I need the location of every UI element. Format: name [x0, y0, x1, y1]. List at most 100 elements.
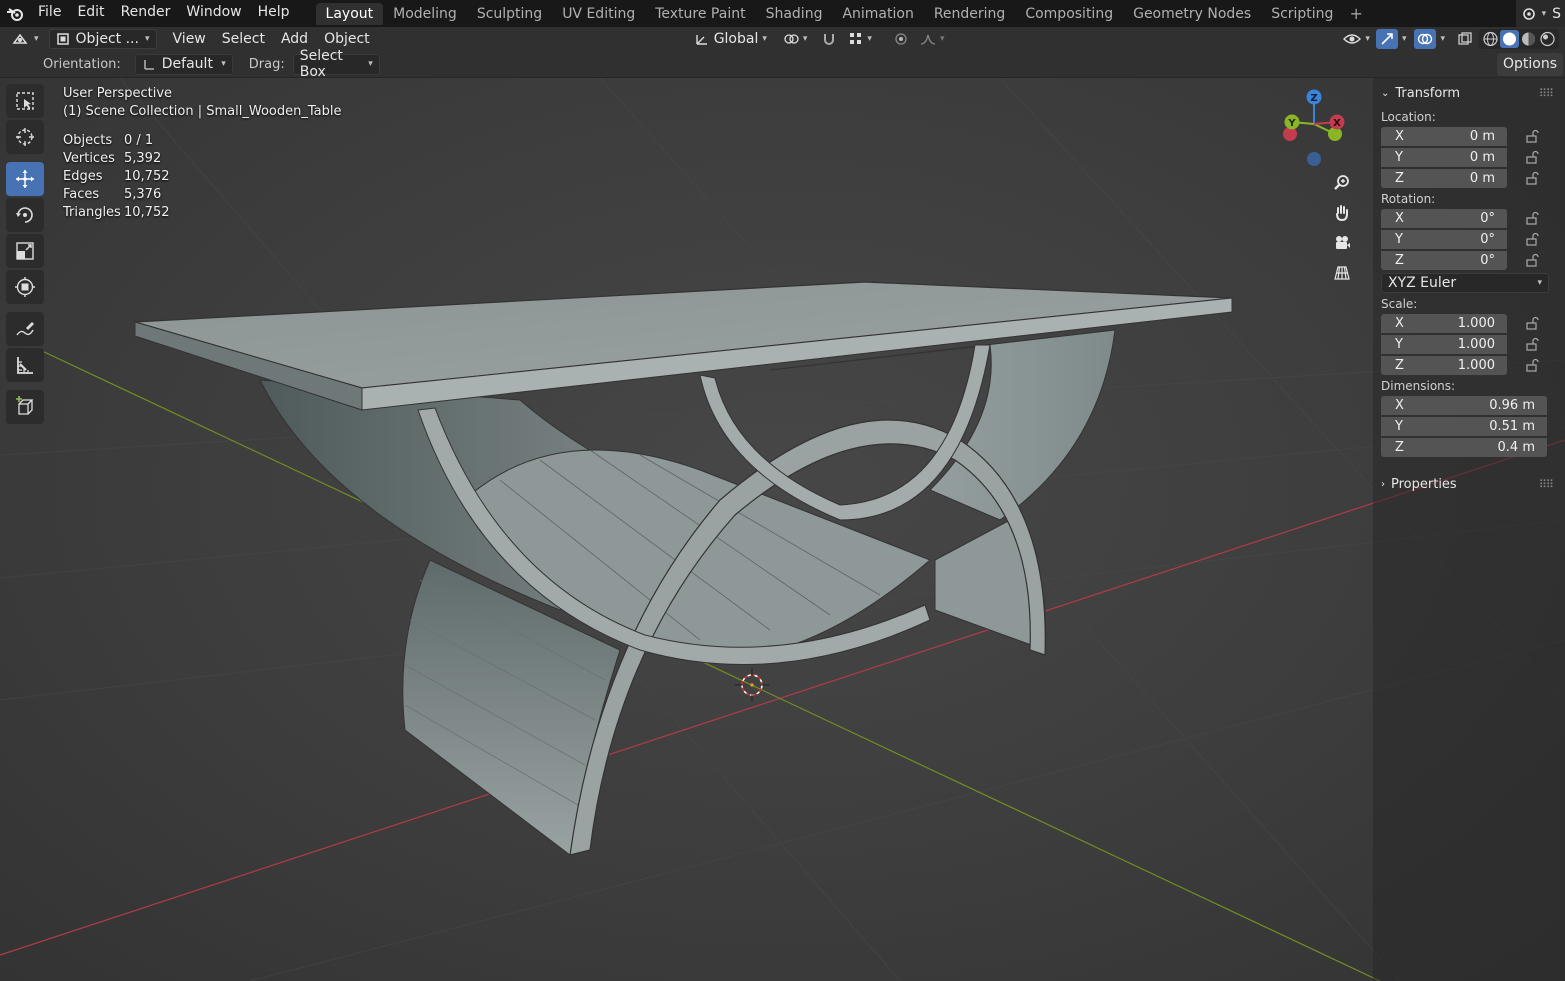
location-z-field[interactable]: Z 0 m — [1381, 168, 1507, 188]
transform-orientation-selector[interactable]: Global ▾ — [688, 29, 773, 49]
location-y-field[interactable]: Y 0 m — [1381, 147, 1507, 167]
select-box-icon — [16, 92, 34, 110]
menu-object[interactable]: Object — [318, 29, 376, 49]
menu-render[interactable]: Render — [113, 0, 179, 27]
drag-handle-icon[interactable]: ⠿⠿ — [1539, 87, 1554, 100]
menu-file[interactable]: File — [30, 0, 69, 27]
chevron-down-icon[interactable]: ▾ — [1402, 34, 1407, 44]
tab-shading[interactable]: Shading — [756, 3, 833, 25]
properties-panel-header[interactable]: › Properties ⠿⠿ — [1373, 471, 1565, 497]
rotation-z-field[interactable]: Z 0° — [1381, 250, 1507, 270]
scale-tool[interactable] — [6, 234, 44, 268]
solid-shading-icon[interactable] — [1500, 30, 1519, 48]
options-button[interactable]: Options — [1496, 52, 1563, 76]
unlock-icon[interactable] — [1525, 358, 1539, 372]
perspective-toggle-button[interactable] — [1329, 260, 1355, 286]
rendered-shading-icon[interactable] — [1538, 30, 1557, 48]
menu-add[interactable]: Add — [275, 29, 314, 49]
menu-window[interactable]: Window — [178, 0, 249, 27]
orientation-value: Default — [161, 56, 213, 72]
chevron-down-icon: ▾ — [221, 59, 226, 69]
gizmo-neg-z[interactable] — [1307, 152, 1321, 166]
pivot-point-selector[interactable]: ▾ — [777, 29, 814, 49]
tab-rendering[interactable]: Rendering — [924, 3, 1016, 25]
tab-geometry-nodes[interactable]: Geometry Nodes — [1123, 3, 1261, 25]
snap-grid-icon — [850, 33, 862, 44]
drag-dropdown[interactable]: Select Box ▾ — [292, 48, 380, 80]
object-mode-icon — [56, 33, 69, 45]
unlock-icon[interactable] — [1525, 150, 1539, 164]
select-box-tool[interactable] — [6, 84, 44, 118]
mode-selector[interactable]: Object ... ▾ — [48, 29, 157, 49]
scale-z-field[interactable]: Z 1.000 — [1381, 355, 1507, 375]
tab-animation[interactable]: Animation — [832, 3, 923, 25]
menu-edit[interactable]: Edit — [69, 0, 112, 27]
menu-help[interactable]: Help — [250, 0, 298, 27]
unlock-icon[interactable] — [1525, 232, 1539, 246]
tab-scripting[interactable]: Scripting — [1261, 3, 1343, 25]
falloff-curve-icon — [920, 34, 936, 45]
stat-faces: Faces 5,376 — [63, 186, 341, 204]
snap-target-selector[interactable]: ▾ — [843, 29, 878, 49]
3d-viewport[interactable]: User Perspective (1) Scene Collection | … — [0, 78, 1565, 981]
scene-selector[interactable]: ▾ S — [1515, 0, 1565, 27]
unlock-icon[interactable] — [1525, 129, 1539, 143]
zoom-view-button[interactable] — [1329, 170, 1355, 196]
unlock-icon[interactable] — [1525, 316, 1539, 330]
proportional-falloff-selector[interactable]: ▾ — [914, 29, 951, 49]
scale-y-field[interactable]: Y 1.000 — [1381, 334, 1507, 354]
rotation-x-field[interactable]: X 0° — [1381, 208, 1507, 228]
menu-view[interactable]: View — [167, 29, 212, 49]
wireframe-shading-icon[interactable] — [1481, 30, 1500, 48]
snap-toggle[interactable] — [815, 29, 843, 49]
gizmo-toggle[interactable] — [1375, 29, 1398, 49]
tab-compositing[interactable]: Compositing — [1015, 3, 1123, 25]
navigation-gizmo[interactable]: Z Y X — [1276, 86, 1352, 168]
overlays-toggle[interactable] — [1414, 29, 1437, 49]
stat-label: Faces — [63, 187, 100, 202]
cursor-tool[interactable] — [6, 120, 44, 154]
drag-handle-icon[interactable]: ⠿⠿ — [1539, 478, 1554, 491]
scale-x-field[interactable]: X 1.000 — [1381, 313, 1507, 333]
camera-view-button[interactable] — [1329, 230, 1355, 256]
chevron-down-icon: ▾ — [1537, 278, 1542, 288]
visibility-selector[interactable]: ▾ — [1337, 29, 1376, 49]
move-tool[interactable] — [6, 162, 44, 196]
tab-sculpting[interactable]: Sculpting — [467, 3, 552, 25]
unlock-icon[interactable] — [1525, 337, 1539, 351]
tab-uv-editing[interactable]: UV Editing — [552, 3, 645, 25]
transform-tool[interactable] — [6, 270, 44, 304]
rotate-tool[interactable] — [6, 198, 44, 232]
transform-panel-header[interactable]: ⌄ Transform ⠿⠿ — [1373, 80, 1565, 106]
dimensions-y-field[interactable]: Y 0.51 m — [1381, 416, 1547, 436]
add-cube-tool[interactable] — [6, 390, 44, 424]
unlock-icon[interactable] — [1525, 211, 1539, 225]
unlock-icon[interactable] — [1525, 253, 1539, 267]
proportional-edit-toggle[interactable] — [888, 29, 914, 49]
field-value: 0° — [1480, 231, 1495, 247]
tab-texture-paint[interactable]: Texture Paint — [645, 3, 755, 25]
orientation-dropdown[interactable]: Default ▾ — [134, 53, 233, 75]
material-shading-icon[interactable] — [1519, 30, 1538, 48]
dimensions-z-field[interactable]: Z 0.4 m — [1381, 437, 1547, 457]
menu-select[interactable]: Select — [216, 29, 271, 49]
xray-toggle[interactable] — [1455, 29, 1475, 49]
tool-shelf — [6, 84, 46, 426]
dimensions-x-field[interactable]: X 0.96 m — [1381, 395, 1547, 415]
tab-modeling[interactable]: Modeling — [383, 3, 467, 25]
field-value: 1.000 — [1457, 336, 1495, 352]
tab-layout[interactable]: Layout — [315, 2, 384, 25]
add-workspace-button[interactable]: + — [1343, 4, 1368, 23]
chevron-down-icon[interactable]: ▾ — [1440, 34, 1445, 44]
blender-logo-icon[interactable] — [0, 0, 30, 27]
editor-type-button[interactable]: ▾ — [6, 29, 45, 49]
workspace-tabs: Layout Modeling Sculpting UV Editing Tex… — [315, 0, 1369, 27]
annotate-tool[interactable] — [6, 312, 44, 346]
unlock-icon[interactable] — [1525, 171, 1539, 185]
rotation-y-field[interactable]: Y 0° — [1381, 229, 1507, 249]
pan-view-button[interactable] — [1329, 200, 1355, 226]
3d-cursor[interactable] — [735, 668, 769, 702]
rotation-mode-dropdown[interactable]: XYZ Euler ▾ — [1381, 273, 1549, 293]
measure-tool[interactable] — [6, 348, 44, 382]
location-x-field[interactable]: X 0 m — [1381, 126, 1507, 146]
